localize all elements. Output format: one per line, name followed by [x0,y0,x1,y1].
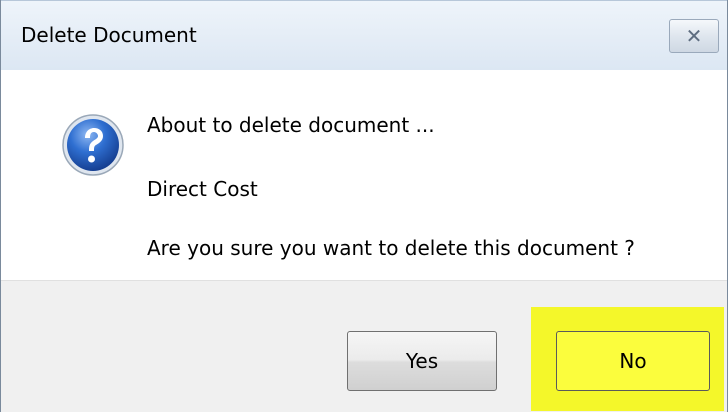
close-icon: ✕ [685,24,703,48]
delete-document-dialog: Delete Document ✕ About to delete docume… [0,0,728,412]
dialog-title: Delete Document [21,23,197,47]
dialog-content: About to delete document ... Direct Cost… [1,70,727,280]
yes-button[interactable]: Yes [347,331,497,391]
close-button[interactable]: ✕ [669,19,719,53]
confirmation-question: Are you sure you want to delete this doc… [147,236,635,260]
button-bar: Yes No [1,280,727,412]
no-button[interactable]: No [556,331,710,391]
message-line-1: About to delete document ... [147,113,435,137]
title-bar: Delete Document ✕ [1,0,727,70]
question-icon [62,114,124,176]
document-name: Direct Cost [147,177,258,201]
